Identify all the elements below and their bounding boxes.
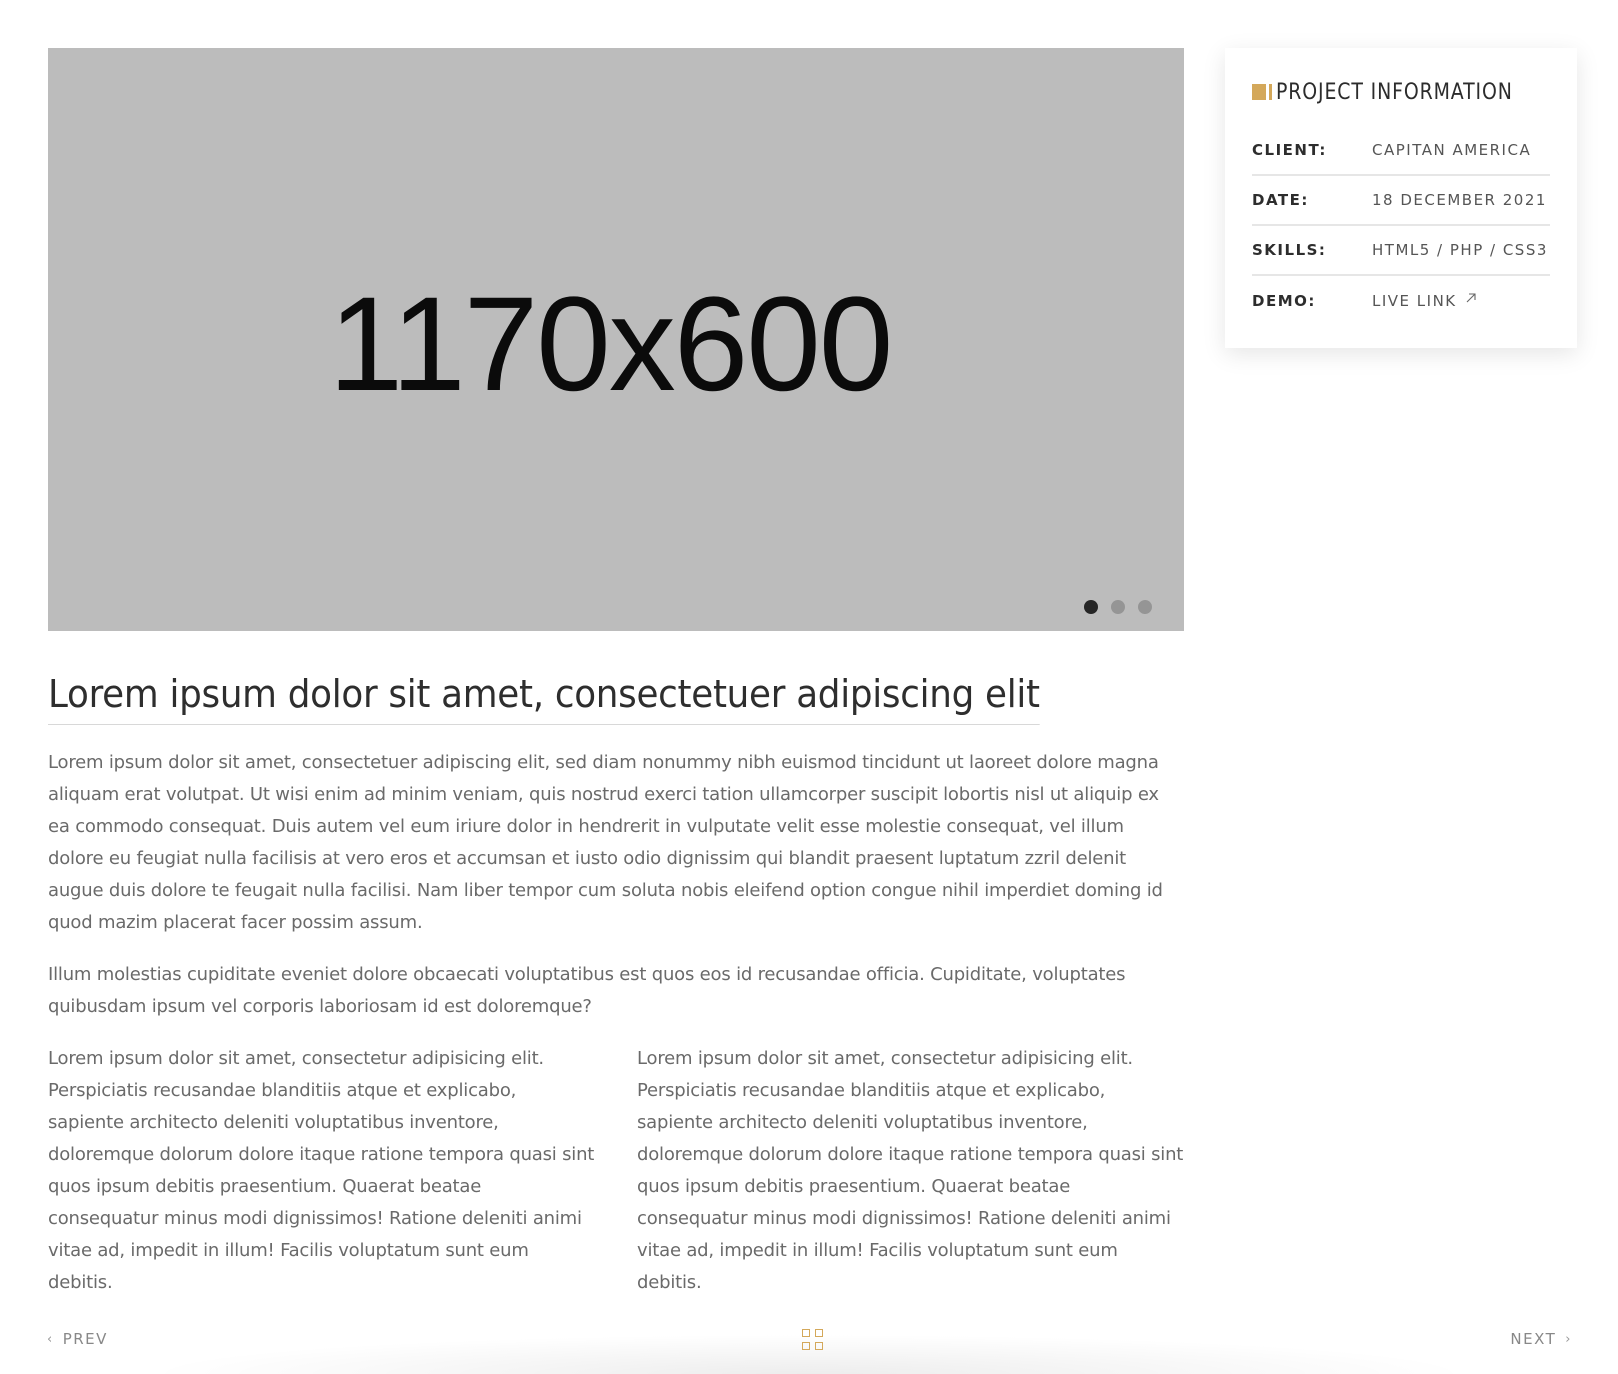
next-button[interactable]: NEXT › xyxy=(1510,1330,1572,1348)
chevron-left-icon: ‹ xyxy=(47,1331,54,1347)
column-right-text: Lorem ipsum dolor sit amet, consectetur … xyxy=(637,1048,1184,1293)
info-value-demo: LIVE LINK xyxy=(1372,292,1477,310)
secondary-paragraph: Illum molestias cupiditate eveniet dolor… xyxy=(48,964,1126,1017)
info-value-skills: HTML5 / PHP / CSS3 xyxy=(1372,241,1548,259)
project-heading: Lorem ipsum dolor sit amet, consectetuer… xyxy=(48,670,1040,725)
live-link-label: LIVE LINK xyxy=(1372,292,1457,310)
info-label-skills: SKILLS: xyxy=(1252,241,1327,259)
project-info-title: PROJECT INFORMATION xyxy=(1275,79,1513,105)
intro-paragraph: Lorem ipsum dolor sit amet, consectetuer… xyxy=(48,752,1163,933)
slider-pagination xyxy=(1084,600,1152,614)
two-column-text: Lorem ipsum dolor sit amet, consectetur … xyxy=(48,1043,1184,1299)
project-info-card: PROJECT INFORMATION CLIENT: CAPITAN AMER… xyxy=(1225,48,1577,348)
project-navigation: ‹ PREV NEXT › xyxy=(0,1290,1618,1374)
image-slider[interactable]: 1170x600 xyxy=(48,48,1184,631)
info-label-demo: DEMO: xyxy=(1252,292,1316,310)
project-content: Lorem ipsum dolor sit amet, consectetuer… xyxy=(48,670,1184,1299)
slider-dot-3[interactable] xyxy=(1138,600,1152,614)
live-link[interactable]: LIVE LINK xyxy=(1372,292,1477,310)
info-value-client: CAPITAN AMERICA xyxy=(1372,141,1532,159)
portfolio-page: 1170x600 PROJECT INFORMATION CLIENT: CAP… xyxy=(0,0,1618,1374)
info-row-client: CLIENT: CAPITAN AMERICA xyxy=(1252,126,1550,176)
info-row-skills: SKILLS: HTML5 / PHP / CSS3 xyxy=(1252,226,1550,276)
accent-marker-icon xyxy=(1252,84,1272,100)
chevron-right-icon: › xyxy=(1565,1331,1572,1347)
next-label: NEXT xyxy=(1510,1330,1557,1348)
info-value-date: 18 DECEMBER 2021 xyxy=(1372,191,1547,209)
slider-dot-2[interactable] xyxy=(1111,600,1125,614)
column-left-text: Lorem ipsum dolor sit amet, consectetur … xyxy=(48,1048,595,1293)
info-row-date: DATE: 18 DECEMBER 2021 xyxy=(1252,176,1550,226)
grid-icon[interactable] xyxy=(802,1329,824,1351)
info-label-client: CLIENT: xyxy=(1252,141,1327,159)
prev-button[interactable]: ‹ PREV xyxy=(47,1330,108,1348)
project-info-header: PROJECT INFORMATION xyxy=(1252,74,1551,110)
slider-placeholder-text: 1170x600 xyxy=(328,269,894,419)
info-row-demo: DEMO: LIVE LINK xyxy=(1252,276,1550,326)
prev-label: PREV xyxy=(62,1330,108,1348)
external-link-arrow-icon xyxy=(1466,293,1476,303)
slider-dot-1[interactable] xyxy=(1084,600,1098,614)
info-label-date: DATE: xyxy=(1252,191,1309,209)
